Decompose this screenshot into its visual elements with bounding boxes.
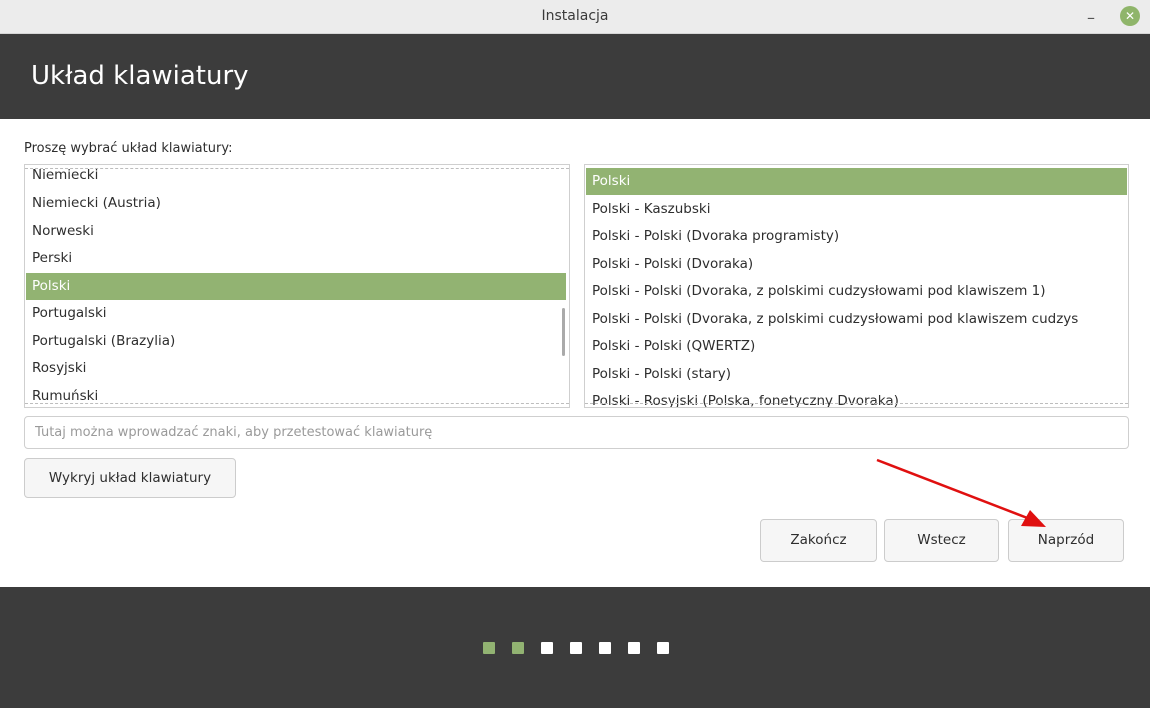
layout-list-scrollbar[interactable] xyxy=(562,308,565,356)
detect-layout-button[interactable]: Wykryj układ klawiatury xyxy=(24,458,236,498)
variant-item-qwertz[interactable]: Polski - Polski (QWERTZ) xyxy=(586,333,1127,360)
keyboard-layout-list[interactable]: Niemiecki Niemiecki (Austria) Norweski P… xyxy=(24,164,570,408)
layout-item-norweski[interactable]: Norweski xyxy=(26,218,566,245)
page-header: Układ klawiatury xyxy=(0,34,1150,119)
variant-item-polski[interactable]: Polski xyxy=(586,168,1127,195)
back-button[interactable]: Wstecz xyxy=(884,519,999,562)
progress-step-4 xyxy=(570,642,582,654)
layout-item-rosyjski[interactable]: Rosyjski xyxy=(26,355,566,382)
layout-item-rumunski[interactable]: Rumuński xyxy=(26,383,566,407)
page-title: Układ klawiatury xyxy=(31,61,249,91)
layout-item-niemiecki-austria[interactable]: Niemiecki (Austria) xyxy=(26,190,566,217)
progress-step-5 xyxy=(599,642,611,654)
list-bottom-edge xyxy=(585,403,1128,404)
window-titlebar: Instalacja – ✕ xyxy=(0,0,1150,34)
keyboard-variant-list[interactable]: Polski Polski - Kaszubski Polski - Polsk… xyxy=(584,164,1129,408)
progress-step-6 xyxy=(628,642,640,654)
quit-button[interactable]: Zakończ xyxy=(760,519,877,562)
variant-item-dvorak-quotes-1[interactable]: Polski - Polski (Dvoraka, z polskimi cud… xyxy=(586,278,1127,305)
progress-step-2 xyxy=(512,642,524,654)
window-title: Instalacja xyxy=(541,8,609,24)
layout-item-portugalski[interactable]: Portugalski xyxy=(26,300,566,327)
minimize-icon[interactable]: – xyxy=(1080,5,1102,27)
next-button[interactable]: Naprzód xyxy=(1008,519,1124,562)
layout-item-perski[interactable]: Perski xyxy=(26,245,566,272)
layout-item-portugalski-brazylia[interactable]: Portugalski (Brazylia) xyxy=(26,328,566,355)
progress-step-1 xyxy=(483,642,495,654)
variant-item-dvorak-programmer[interactable]: Polski - Polski (Dvoraka programisty) xyxy=(586,223,1127,250)
keyboard-test-input[interactable] xyxy=(24,416,1129,449)
layout-prompt-label: Proszę wybrać układ klawiatury: xyxy=(24,141,233,156)
variant-item-rosyjski-dvorak[interactable]: Polski - Rosyjski (Polska, fonetyczny Dv… xyxy=(586,388,1127,407)
progress-step-7 xyxy=(657,642,669,654)
progress-footer xyxy=(0,587,1150,708)
close-icon[interactable]: ✕ xyxy=(1120,6,1140,26)
annotation-arrow-line xyxy=(876,458,1031,521)
layout-item-niemiecki[interactable]: Niemiecki xyxy=(26,165,566,189)
variant-item-dvorak-quotes-key[interactable]: Polski - Polski (Dvoraka, z polskimi cud… xyxy=(586,306,1127,333)
progress-step-3 xyxy=(541,642,553,654)
variant-item-dvorak[interactable]: Polski - Polski (Dvoraka) xyxy=(586,251,1127,278)
list-bottom-edge xyxy=(25,403,569,404)
variant-item-stary[interactable]: Polski - Polski (stary) xyxy=(586,361,1127,388)
layout-item-polski[interactable]: Polski xyxy=(26,273,566,300)
variant-item-kaszubski[interactable]: Polski - Kaszubski xyxy=(586,196,1127,223)
